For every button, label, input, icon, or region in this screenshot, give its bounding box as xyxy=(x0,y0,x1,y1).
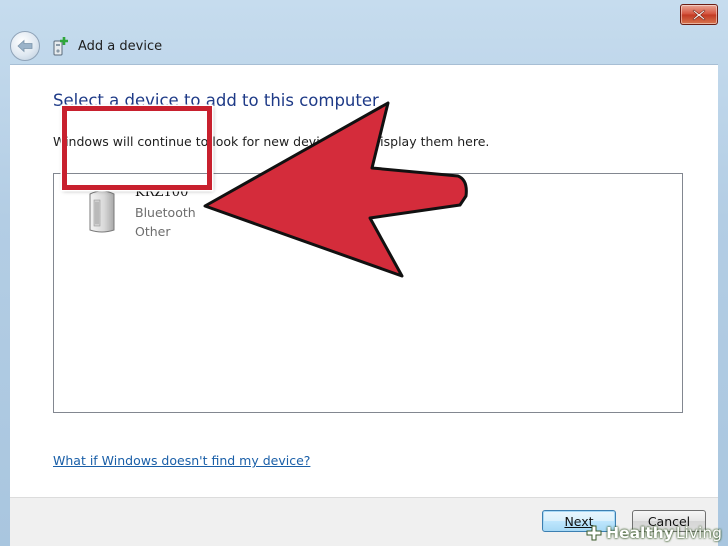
instruction-text: Windows will continue to look for new de… xyxy=(53,134,490,149)
close-icon xyxy=(692,9,706,20)
add-device-window: Add a device Select a device to add to t… xyxy=(0,0,728,546)
device-category: Other xyxy=(135,224,171,239)
device-item[interactable]: KRZ100 Bluetooth Other xyxy=(79,181,209,245)
back-button[interactable] xyxy=(10,31,40,61)
window-title: Add a device xyxy=(78,38,163,54)
wizard-content: Select a device to add to this computer … xyxy=(10,64,718,506)
back-arrow-icon xyxy=(17,39,33,53)
healthy-living-watermark: Healthy Living xyxy=(586,524,722,542)
close-button[interactable] xyxy=(680,4,718,25)
watermark-bold: Healthy xyxy=(606,524,674,542)
help-link[interactable]: What if Windows doesn't find my device? xyxy=(53,453,310,468)
plus-logo-icon xyxy=(586,525,602,541)
add-device-icon xyxy=(52,35,70,57)
page-title: Select a device to add to this computer xyxy=(53,91,379,110)
wizard-header: Add a device xyxy=(10,30,718,62)
device-type: Bluetooth xyxy=(135,205,196,220)
device-name: KRZ100 xyxy=(135,185,189,200)
device-list[interactable]: KRZ100 Bluetooth Other xyxy=(53,173,683,413)
watermark-light: Living xyxy=(675,524,722,542)
speaker-device-icon xyxy=(89,190,115,233)
